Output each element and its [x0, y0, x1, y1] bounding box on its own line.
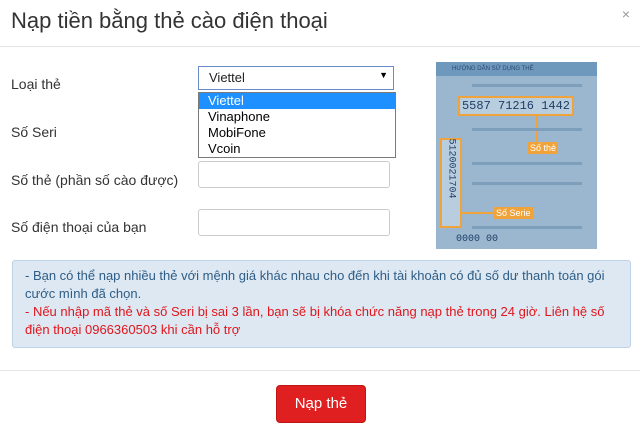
- note-line-1: - Bạn có thể nạp nhiều thẻ với mệnh giá …: [25, 268, 605, 301]
- serial-label: Số Seri: [11, 124, 57, 140]
- card-stripe: [472, 226, 582, 229]
- close-icon[interactable]: ×: [622, 6, 630, 22]
- phone-label: Số điện thoại của bạn: [11, 219, 147, 235]
- card-type-label: Loại thẻ: [11, 76, 61, 92]
- note-line-2: - Nếu nhập mã thẻ và số Seri bị sai 3 lầ…: [25, 304, 605, 337]
- card-type-dropdown: Viettel Vinaphone MobiFone Vcoin: [198, 92, 396, 158]
- card-bottom-digits: 0000 00: [456, 234, 499, 245]
- modal-header: Nạp tiền bằng thẻ cào điện thoại ×: [0, 0, 640, 47]
- modal-footer: Nạp thẻ: [0, 370, 640, 434]
- option-mobifone[interactable]: MobiFone: [199, 125, 395, 141]
- card-caption: HƯỚNG DẪN SỬ DỤNG THẺ: [452, 66, 534, 72]
- card-number-input[interactable]: [198, 161, 390, 188]
- serial-tag: Số Serie: [494, 207, 533, 219]
- card-stripe: [472, 128, 582, 131]
- card-type-select[interactable]: Viettel ▼: [198, 66, 394, 90]
- card-stripe: [472, 84, 582, 87]
- card-stripe: [472, 182, 582, 185]
- modal-title: Nạp tiền bằng thẻ cào điện thoại: [11, 8, 328, 33]
- card-stripe: [472, 162, 582, 165]
- card-type-selected: Viettel: [209, 70, 245, 85]
- submit-card-button[interactable]: Nạp thẻ: [276, 385, 366, 423]
- chevron-down-icon: ▼: [379, 70, 388, 80]
- scratch-card-image: HƯỚNG DẪN SỬ DỤNG THẺ 5587 71216 1442 Số…: [436, 62, 597, 249]
- option-vcoin[interactable]: Vcoin: [199, 141, 395, 157]
- serial-sample: 5120021704: [445, 138, 457, 199]
- info-note: - Bạn có thể nạp nhiều thẻ với mệnh giá …: [12, 260, 631, 348]
- card-number-tag: Số thẻ: [528, 142, 559, 154]
- phone-input[interactable]: [198, 209, 390, 236]
- card-number-highlight: 5587 71216 1442: [458, 96, 574, 116]
- serial-pointer: [462, 212, 496, 214]
- topup-modal: Nạp tiền bằng thẻ cào điện thoại × Loại …: [0, 0, 640, 433]
- card-number-label: Số thẻ (phần số cào được): [11, 172, 179, 188]
- option-vinaphone[interactable]: Vinaphone: [199, 109, 395, 125]
- option-viettel[interactable]: Viettel: [199, 93, 395, 109]
- serial-highlight: 5120021704: [440, 138, 462, 228]
